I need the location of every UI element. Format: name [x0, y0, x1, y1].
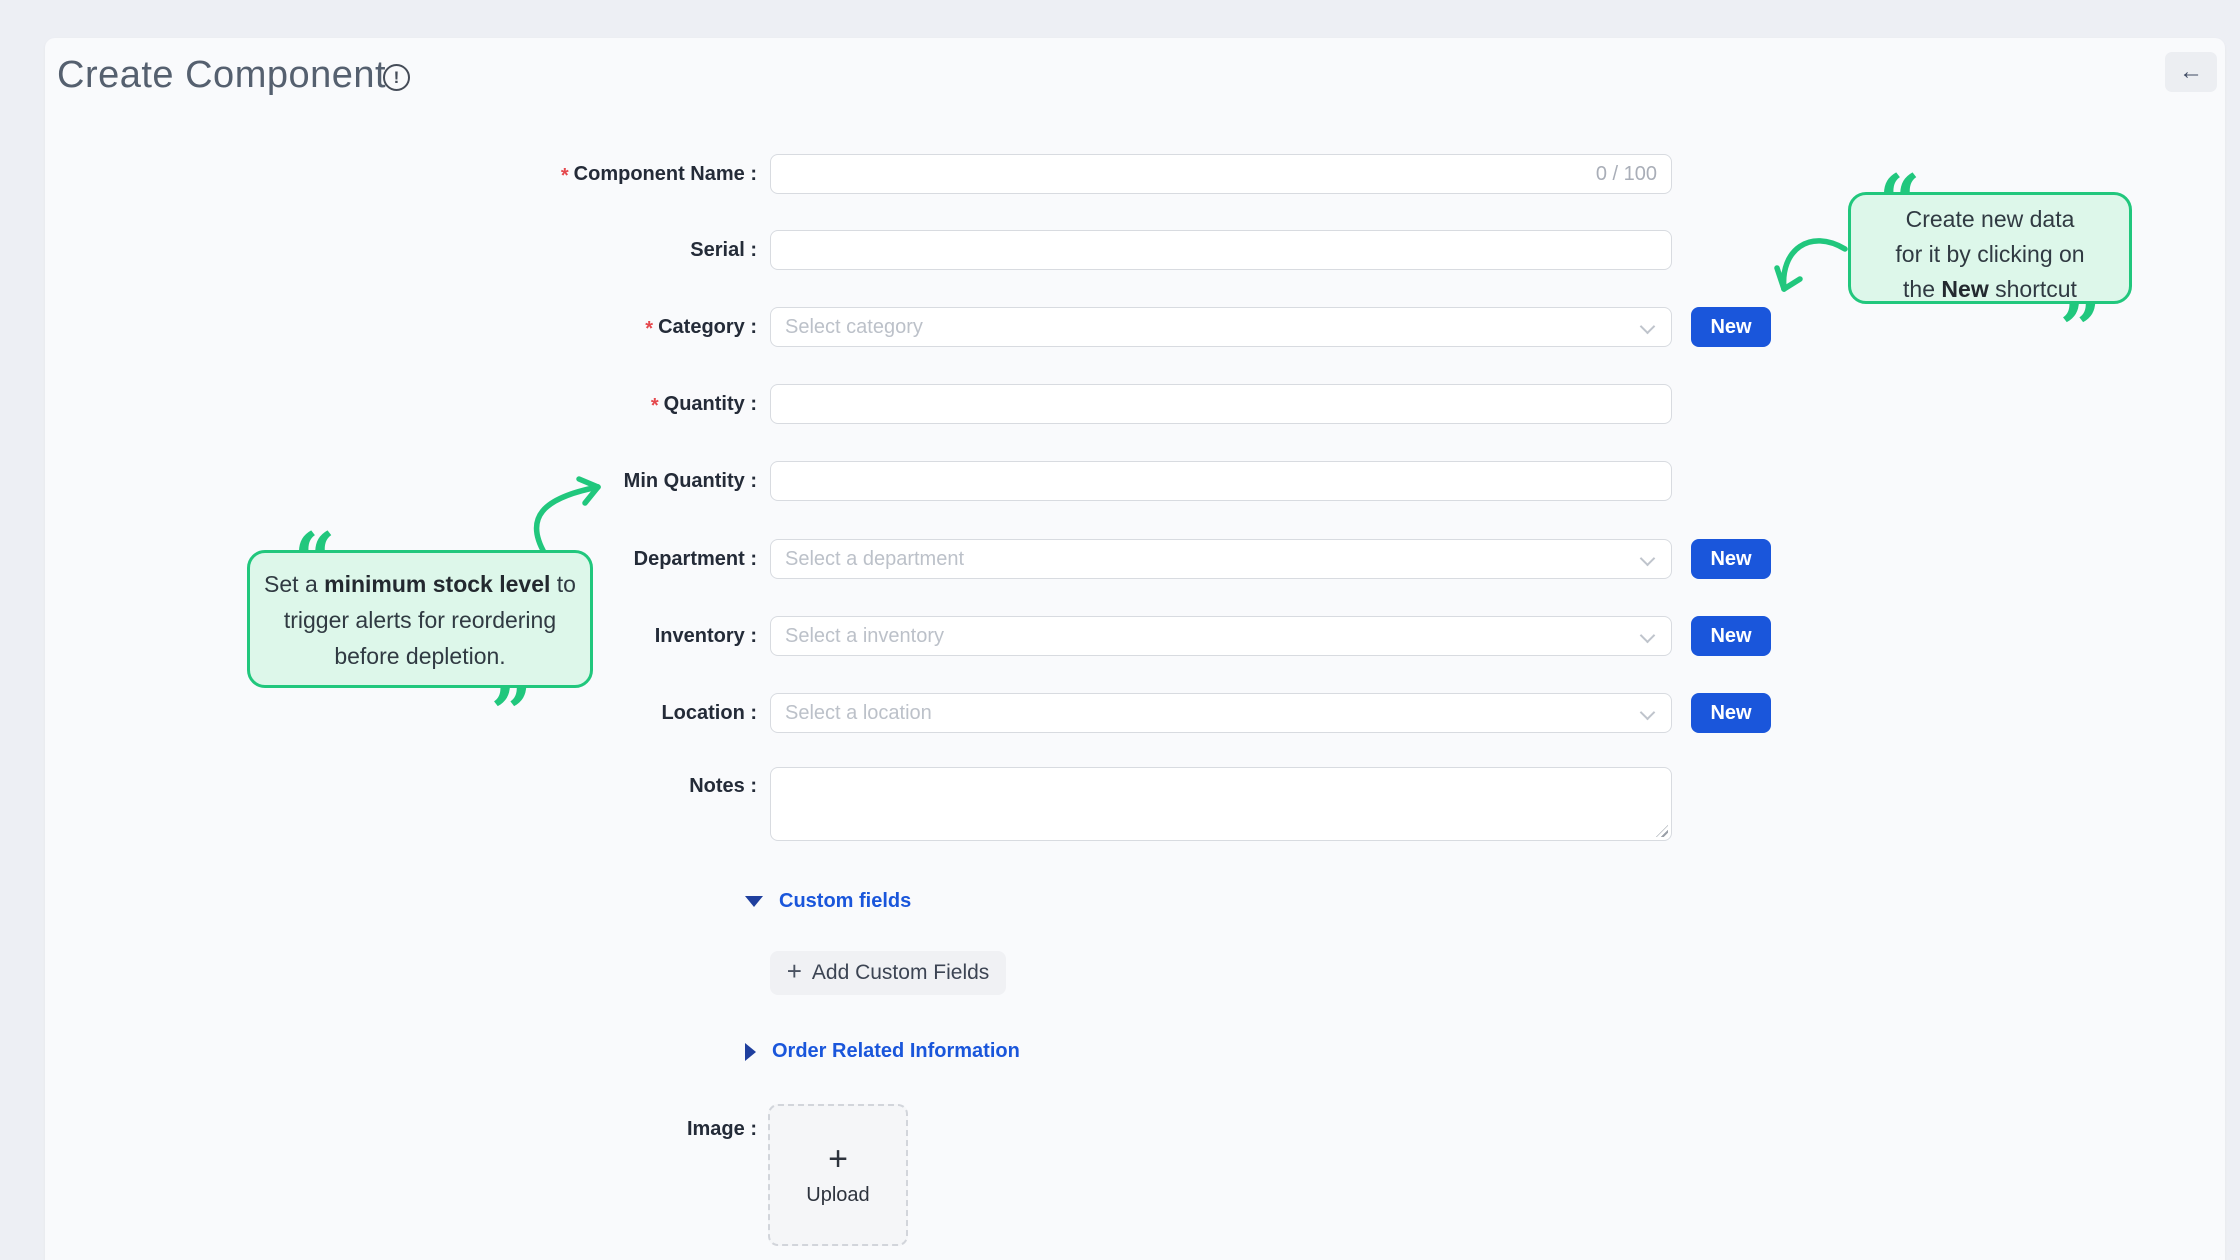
field-row-notes: Notes :	[45, 767, 2225, 841]
image-upload-dropzone[interactable]: + Upload	[768, 1104, 908, 1246]
location-new-button[interactable]: New	[1691, 693, 1771, 733]
back-button[interactable]: ←	[2165, 52, 2217, 92]
order-related-section-toggle[interactable]: Order Related Information	[745, 1040, 1020, 1063]
required-asterisk: *	[651, 395, 659, 418]
inventory-select[interactable]: Select a inventory	[770, 616, 1672, 656]
page-title: Create Component	[57, 54, 386, 97]
chevron-down-icon	[1640, 705, 1656, 721]
tooltip-line: before depletion.	[250, 638, 590, 674]
char-counter: 0 / 100	[1596, 155, 1657, 193]
tooltip-min-stock: “ ” Set a minimum stock level to trigger…	[247, 550, 593, 688]
min-quantity-input[interactable]	[770, 461, 1672, 501]
quantity-input[interactable]	[770, 384, 1672, 424]
min-quantity-label: Min Quantity :	[45, 461, 757, 501]
chevron-down-icon	[1640, 628, 1656, 644]
plus-icon: +	[787, 956, 802, 987]
required-asterisk: *	[645, 318, 653, 341]
field-row-quantity: * Quantity :	[45, 384, 2225, 424]
info-circle-icon[interactable]: !	[383, 64, 410, 91]
category-label: * Category :	[45, 307, 757, 347]
custom-fields-section-toggle[interactable]: Custom fields	[745, 890, 911, 913]
field-row-category: * Category : Select category New	[45, 307, 2225, 347]
notes-label: Notes :	[45, 767, 757, 807]
location-label: Location :	[45, 693, 757, 733]
caret-down-icon	[745, 896, 763, 907]
field-row-location: Location : Select a location New	[45, 693, 2225, 733]
add-custom-fields-button[interactable]: + Add Custom Fields	[770, 951, 1006, 995]
required-asterisk: *	[561, 165, 569, 188]
plus-icon: +	[828, 1144, 848, 1174]
field-row-min-quantity: Min Quantity :	[45, 461, 2225, 501]
location-select[interactable]: Select a location	[770, 693, 1672, 733]
serial-input[interactable]	[770, 230, 1672, 270]
category-select[interactable]: Select category	[770, 307, 1672, 347]
component-name-label: * Component Name :	[45, 154, 757, 194]
quantity-label: * Quantity :	[45, 384, 757, 424]
tooltip-new-shortcut: “ ” Create new data for it by clicking o…	[1848, 192, 2132, 304]
chevron-down-icon	[1640, 319, 1656, 335]
resize-handle[interactable]	[1656, 825, 1668, 837]
notes-textarea[interactable]	[770, 767, 1672, 841]
tooltip-line: trigger alerts for reordering	[250, 602, 590, 638]
component-name-input[interactable]: 0 / 100	[770, 154, 1672, 194]
serial-label: Serial :	[45, 230, 757, 270]
category-new-button[interactable]: New	[1691, 307, 1771, 347]
department-select[interactable]: Select a department	[770, 539, 1672, 579]
chevron-down-icon	[1640, 551, 1656, 567]
caret-right-icon	[745, 1043, 756, 1061]
inventory-new-button[interactable]: New	[1691, 616, 1771, 656]
image-label: Image :	[45, 1118, 757, 1141]
arrow-left-icon: ←	[2179, 58, 2203, 86]
department-new-button[interactable]: New	[1691, 539, 1771, 579]
